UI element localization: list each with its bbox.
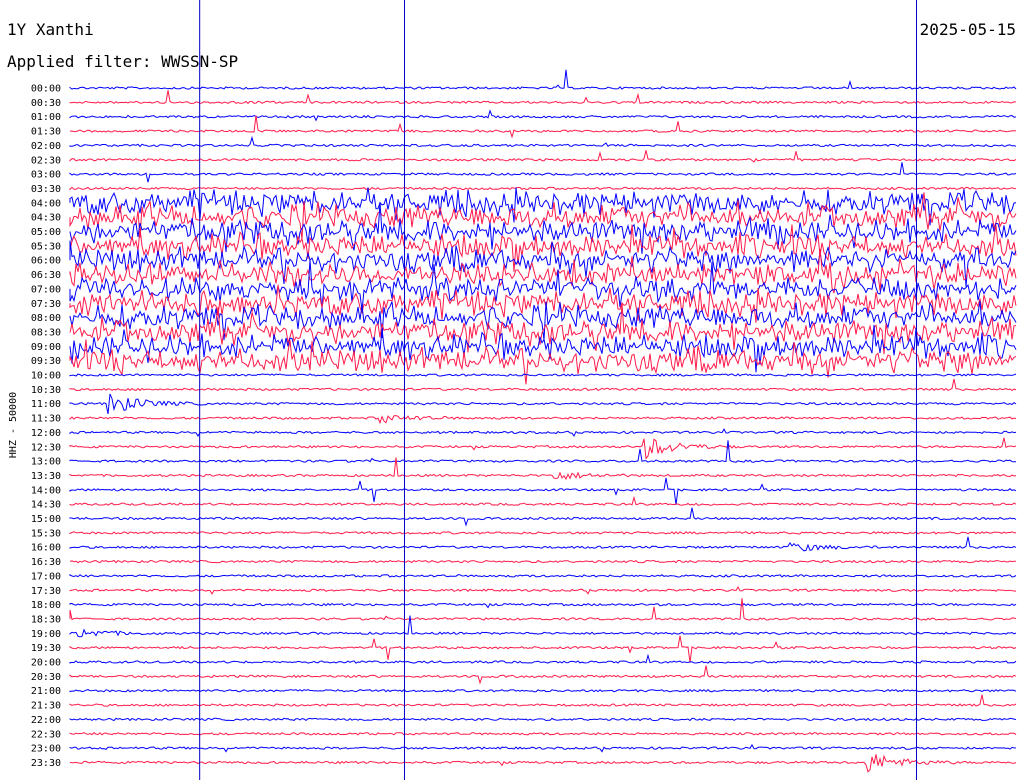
row-time-label: 21:00 xyxy=(31,686,61,697)
row-time-label: 07:00 xyxy=(31,284,61,295)
trace-row xyxy=(69,109,1017,122)
row-time-label: 09:30 xyxy=(31,356,61,367)
trace-row xyxy=(69,665,1017,685)
row-time-label: 20:00 xyxy=(31,658,61,669)
trace-row xyxy=(69,150,1017,163)
row-time-label: 22:00 xyxy=(31,715,61,726)
trace-row xyxy=(69,653,1017,664)
row-time-label: 06:00 xyxy=(31,256,61,267)
row-time-label: 01:00 xyxy=(31,112,61,123)
row-time-label: 23:30 xyxy=(31,758,61,769)
row-time-label: 05:00 xyxy=(31,227,61,238)
trace-row xyxy=(69,531,1017,535)
trace-row xyxy=(69,694,1017,707)
trace-group xyxy=(69,69,1017,773)
row-time-label: 02:00 xyxy=(31,141,61,152)
trace-row xyxy=(69,585,1017,595)
row-time-label: 18:30 xyxy=(31,614,61,625)
trace-row xyxy=(69,415,1017,425)
trace-row xyxy=(69,743,1017,753)
trace-row xyxy=(69,602,1017,609)
row-time-label: 10:00 xyxy=(31,371,61,382)
row-time-label: 14:00 xyxy=(31,485,61,496)
row-time-label: 15:00 xyxy=(31,514,61,525)
trace-row xyxy=(69,754,1017,773)
row-time-label: 13:00 xyxy=(31,457,61,468)
row-time-label: 19:00 xyxy=(31,629,61,640)
row-time-label: 11:30 xyxy=(31,414,61,425)
trace-row xyxy=(69,90,1017,105)
trace-row xyxy=(69,507,1017,527)
trace-row xyxy=(69,115,1017,139)
row-time-label: 00:30 xyxy=(31,98,61,109)
trace-row xyxy=(69,393,1017,414)
row-time-label: 16:30 xyxy=(31,557,61,568)
trace-row xyxy=(69,717,1017,722)
row-time-label: 03:30 xyxy=(31,184,61,195)
trace-row xyxy=(69,69,1017,90)
row-time-label: 08:30 xyxy=(31,327,61,338)
row-time-label: 13:30 xyxy=(31,471,61,482)
row-time-label: 17:00 xyxy=(31,571,61,582)
row-time-label: 22:30 xyxy=(31,729,61,740)
row-time-label: 15:30 xyxy=(31,528,61,539)
row-time-label: 04:30 xyxy=(31,213,61,224)
trace-row xyxy=(69,688,1017,693)
trace-row xyxy=(69,477,1017,505)
trace-row xyxy=(69,378,1017,392)
trace-row xyxy=(69,135,1017,148)
row-time-label: 07:30 xyxy=(31,299,61,310)
row-time-label: 12:00 xyxy=(31,428,61,439)
trace-row xyxy=(69,186,1017,191)
row-time-label: 05:30 xyxy=(31,241,61,252)
row-time-label: 02:30 xyxy=(31,155,61,166)
row-time-label: 20:30 xyxy=(31,672,61,683)
trace-row xyxy=(69,440,1016,463)
row-time-label: 08:00 xyxy=(31,313,61,324)
trace-row xyxy=(69,373,1017,377)
trace-row xyxy=(69,598,1017,621)
trace-row xyxy=(69,259,1017,311)
tick-label-group: 00:00 00:30 01:00 01:30 02:00 02:30 03:00 03:30… xyxy=(31,84,61,769)
trace-row xyxy=(69,437,1017,460)
row-time-label: 19:30 xyxy=(31,643,61,654)
row-time-label: 23:00 xyxy=(31,744,61,755)
row-time-label: 18:00 xyxy=(31,600,61,611)
helicorder-chart: 00:00 00:30 01:00 01:30 02:00 02:30 03:00 03:30… xyxy=(8,0,1017,780)
row-time-label: 04:00 xyxy=(31,198,61,209)
y-axis-label: HHZ - 50000 xyxy=(8,392,19,458)
row-time-label: 00:00 xyxy=(31,84,61,95)
row-time-label: 11:00 xyxy=(31,399,61,410)
trace-row xyxy=(69,428,1017,437)
trace-row xyxy=(69,536,1017,552)
row-time-label: 14:30 xyxy=(31,500,61,511)
row-time-label: 17:30 xyxy=(31,586,61,597)
row-time-label: 01:30 xyxy=(31,127,61,138)
row-time-label: 10:30 xyxy=(31,385,61,396)
trace-row xyxy=(69,162,1017,183)
row-time-label: 12:30 xyxy=(31,442,61,453)
trace-row xyxy=(69,573,1017,578)
row-time-label: 06:30 xyxy=(31,270,61,281)
trace-row xyxy=(69,495,1017,506)
row-time-label: 21:30 xyxy=(31,701,61,712)
row-time-label: 09:00 xyxy=(31,342,61,353)
trace-row xyxy=(69,559,1017,564)
row-time-label: 16:00 xyxy=(31,543,61,554)
trace-row xyxy=(69,635,1017,663)
row-time-label: 03:00 xyxy=(31,170,61,181)
trace-row xyxy=(69,731,1017,736)
